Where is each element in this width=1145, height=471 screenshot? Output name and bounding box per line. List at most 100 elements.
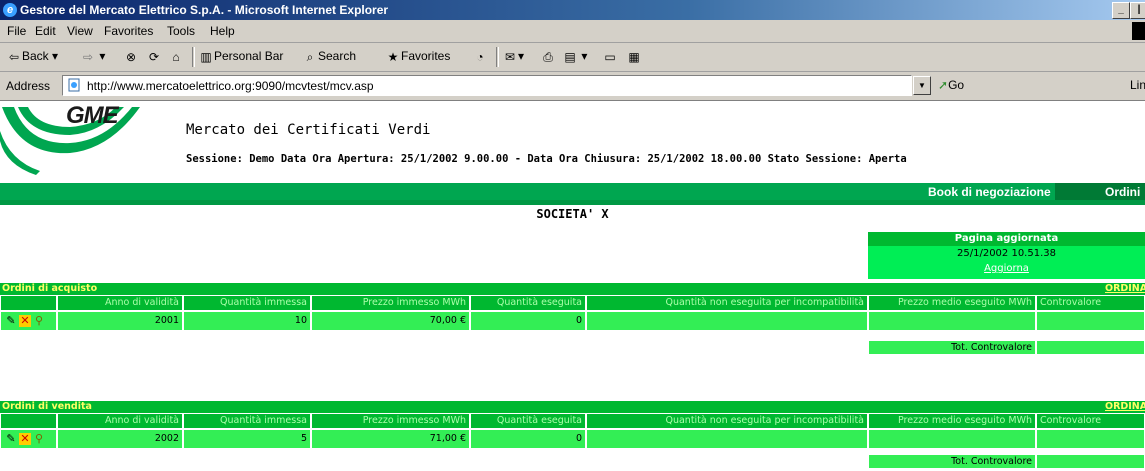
column-header: Quantità non eseguita per incompatibilit… [586,295,868,311]
favorites-icon: ★ [387,50,399,64]
cell-prezzo-immesso: 70,00 € [311,311,470,331]
messenger-button[interactable]: ▦ [626,49,642,65]
menu-favorites[interactable]: Favorites [104,24,153,38]
menu-view[interactable]: View [67,24,93,38]
personal-bar-icon: ▥ [200,50,212,64]
buy-total-label: Tot. Controvalore [868,340,1036,355]
back-button[interactable]: ⇦ Back ▾ [6,49,58,65]
throbber-icon [1132,22,1145,40]
address-label: Address [6,79,51,93]
buy-header-row: Anno di validità Quantità immessa Prezzo… [0,295,1145,311]
cell-anno: 2002 [57,429,183,449]
search-key-icon[interactable]: ⚲ [33,315,45,327]
update-heading: Pagina aggiornata [868,232,1145,246]
cell-controvalore [1036,429,1145,449]
delete-icon[interactable]: ✕ [19,433,31,445]
column-header: Controvalore [1036,295,1145,311]
cell-anno: 2001 [57,311,183,331]
edit-pencil-icon[interactable]: ✎ [5,315,17,327]
buy-orders-bar: Ordini di acquisto ORDINA [0,283,1145,295]
company-name: SOCIETA' X [536,207,609,221]
cell-quantita-immessa: 10 [183,311,311,331]
personal-bar-label: Personal Bar [214,49,284,64]
sell-total-value [1036,454,1145,469]
nav-bar-strip [0,200,1145,205]
sell-orders-label: Ordini di vendita [2,401,92,412]
nav-book-di-negoziazione[interactable]: Book di negoziazione [928,185,1051,199]
sell-order-link[interactable]: ORDINA [1105,401,1145,413]
cell-quantita-immessa: 5 [183,429,311,449]
window-titlebar: e Gestore del Mercato Elettrico S.p.A. -… [0,0,1145,20]
restore-button[interactable]: | [1130,2,1145,19]
mail-icon: ✉ [504,50,516,64]
address-input[interactable]: http://www.mercatoelettrico.org:9090/mcv… [62,75,912,96]
address-dropdown-button[interactable]: ▼ [913,76,931,95]
menu-tools[interactable]: Tools [167,24,195,38]
menu-file[interactable]: File [7,24,26,38]
search-icon: ⌕ [306,50,314,64]
go-label: Go [948,78,965,92]
sell-header-row: Anno di validità Quantità immessa Prezzo… [0,413,1145,429]
menu-edit[interactable]: Edit [35,24,56,38]
history-icon: ◔ [476,50,484,64]
edit-pencil-icon[interactable]: ✎ [5,433,17,445]
update-box: Pagina aggiornata 25/1/2002 10.51.38 Agg… [868,232,1145,279]
update-datetime: 25/1/2002 10.51.38 [957,248,1056,259]
cell-prezzo-medio [868,311,1036,331]
column-header: Quantità eseguita [470,295,586,311]
column-header: Prezzo medio eseguito MWh [868,295,1036,311]
column-header: Quantità immessa [183,413,311,429]
discuss-button[interactable]: ▭ [602,49,618,65]
menu-bar: File Edit View Favorites Tools Help [0,20,1145,43]
edit-button[interactable]: ▤ ▾ [562,49,587,65]
column-header: Quantità immessa [183,295,311,311]
back-label: Back [22,49,49,64]
links-button[interactable]: Links [1130,78,1145,92]
cell-prezzo-immesso: 71,00 € [311,429,470,449]
menu-help[interactable]: Help [210,24,235,38]
page-content: GME Mercato dei Certificati Verdi Sessio… [0,101,1145,471]
sell-total-label: Tot. Controvalore [868,454,1036,469]
sell-orders-bar: Ordini di vendita ORDINA [0,401,1145,413]
address-url: http://www.mercatoelettrico.org:9090/mcv… [87,79,374,93]
minimize-button[interactable]: _ [1112,2,1130,19]
forward-arrow-icon: ⇨ [82,50,94,64]
search-key-icon[interactable]: ⚲ [33,433,45,445]
session-info: Sessione: Demo Data Ora Apertura: 25/1/2… [186,153,907,165]
cell-prezzo-medio [868,429,1036,449]
gme-logo: GME [0,101,170,179]
icons-header-cell [0,413,57,429]
forward-button[interactable]: ⇨ ▾ [80,49,105,65]
refresh-link[interactable]: Aggiorna [868,263,1145,274]
browser-toolbar: ⇦ Back ▾ ⇨ ▾ ⊗ ⟳ ⌂ ▥ Personal Bar ⌕ Search … [0,43,1145,72]
column-header: Prezzo medio eseguito MWh [868,413,1036,429]
window-title: Gestore del Mercato Elettrico S.p.A. - M… [20,3,389,17]
mail-button[interactable]: ✉ ▾ [502,49,524,65]
discuss-icon: ▭ [604,50,616,64]
column-header: Anno di validità [57,413,183,429]
buy-data-row: ✎ ✕ ⚲ 2001 10 70,00 € 0 [0,311,1145,331]
refresh-button[interactable]: ⟳ [146,49,162,65]
refresh-icon: ⟳ [148,50,160,64]
favorites-button[interactable]: ★ Favorites [385,49,451,65]
cell-quantita-eseguita: 0 [470,311,586,331]
ie-icon: e [3,3,17,17]
home-icon: ⌂ [172,50,180,64]
row-actions: ✎ ✕ ⚲ [0,311,57,331]
nav-ordini[interactable]: Ordini [1105,185,1140,199]
home-button[interactable]: ⌂ [168,49,184,65]
go-button[interactable]: ➚Go [938,78,964,92]
print-icon: ⎙ [543,50,553,64]
delete-icon[interactable]: ✕ [19,315,31,327]
gme-logo-text: GME [66,102,119,129]
stop-button[interactable]: ⊗ [123,49,139,65]
cell-quantita-eseguita: 0 [470,429,586,449]
column-header: Prezzo immesso MWh [311,295,470,311]
nav-bar: Book di negoziazione Ordini [0,183,1145,205]
buy-order-link[interactable]: ORDINA [1105,283,1145,295]
search-button[interactable]: ⌕ Search [302,49,356,65]
print-button[interactable]: ⎙ [540,49,556,65]
search-label: Search [318,49,357,64]
personal-bar-button[interactable]: ▥ Personal Bar [198,49,283,65]
history-button[interactable]: ◔ [472,49,488,65]
